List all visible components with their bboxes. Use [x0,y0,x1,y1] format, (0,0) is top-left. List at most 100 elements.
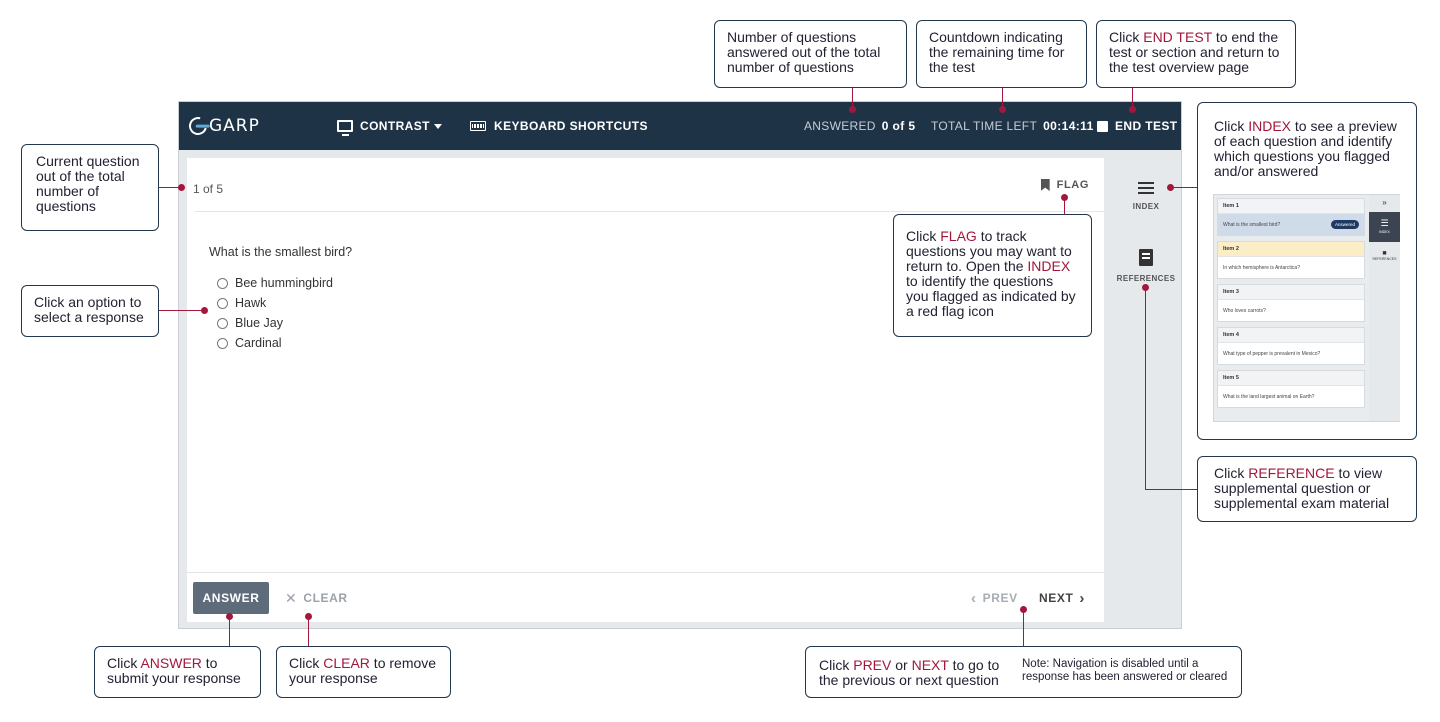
callout-highlight: FLAG [940,228,977,244]
answer-button[interactable]: ANSWER [193,582,269,614]
callout-highlight: PREV [853,657,892,673]
question-text: What is the smallest bird? [209,245,353,259]
connector-line [229,617,230,647]
callout-countdown: Countdown indicating the remaining time … [916,20,1087,88]
clear-label: CLEAR [303,591,348,605]
connector-line [1170,187,1197,188]
callout-highlight: REFERENCE [1248,465,1335,481]
references-label: REFERENCES [1116,274,1176,283]
callout-nav-main: Click PREV or NEXT to go to the previous… [819,658,1014,688]
references-button[interactable]: REFERENCES [1111,249,1181,283]
radio-button[interactable] [217,277,228,289]
option-label: Cardinal [235,336,282,350]
callout-current-question: Current question out of the total number… [21,144,159,231]
question-counter: 1 of 5 [193,182,224,196]
radio-button[interactable] [217,317,228,329]
list-item: Item 1 What is the smallest bird? Answere… [1217,198,1365,236]
next-label: NEXT [1039,591,1074,605]
connector-dot [178,184,185,191]
preview-references-label: REFERENCES [1372,257,1397,261]
connector-dot [226,613,233,620]
index-label: INDEX [1132,202,1160,211]
preview-index-tab: ☰ INDEX [1369,212,1400,242]
preview-item-label: Item 4 [1218,328,1364,343]
connector-dot [1142,284,1149,291]
radio-button[interactable] [217,337,228,349]
preview-item-label: Item 1 [1218,199,1364,214]
callout-text: Click [289,655,324,671]
answered-value: 0 of 5 [881,119,916,133]
callout-text: or [891,657,912,673]
answer-option[interactable]: Bee hummingbird [217,273,333,293]
callout-reference: Click REFERENCE to view supplemental que… [1197,456,1417,522]
radio-button[interactable] [217,297,228,309]
garp-logo: GARP [185,113,260,139]
preview-item-label: Item 3 [1218,285,1364,300]
exam-app-window: GARP CONTRAST KEYBOARD SHORTCUTS ANSWERE… [178,101,1182,629]
callout-answer: Click ANSWER to submit your response [94,646,261,698]
answered-counter: ANSWERED 0 of 5 [804,102,916,150]
preview-item-question: What type of pepper is prevalent in Mexi… [1223,350,1321,357]
preview-item-row: What is the smallest bird? Answered [1218,214,1364,235]
end-test-icon [1097,120,1108,132]
callout-highlight: INDEX [1027,258,1071,274]
index-preview-image: Item 1 What is the smallest bird? Answere… [1213,194,1400,422]
callout-highlight: NEXT [911,657,949,673]
caret-down-icon [433,123,442,129]
end-test-label: END TEST [1115,119,1178,133]
flag-label: FLAG [1056,179,1089,191]
callout-highlight: ANSWER [140,655,202,671]
callout-flag: Click FLAG to track questions you may wa… [893,214,1092,337]
callout-highlight: CLEAR [323,655,370,671]
callout-navigation: Click PREV or NEXT to go to the previous… [805,646,1242,698]
bookmark-flag-icon [1040,179,1050,191]
contrast-label: CONTRAST [360,119,430,133]
callout-text: Click [1214,118,1249,134]
keyboard-shortcuts-label: KEYBOARD SHORTCUTS [494,119,648,133]
preview-item-question: What is the land largest animal on Earth… [1223,393,1315,400]
preview-references-tab: ■ REFERENCES [1369,250,1400,261]
answer-option[interactable]: Cardinal [217,333,333,353]
preview-item-question: What is the smallest bird? [1223,221,1281,228]
end-test-button[interactable]: END TEST [1097,102,1178,150]
callout-text: Click [906,228,941,244]
next-button[interactable]: NEXT › [1039,582,1091,614]
callout-text: Click [107,655,141,671]
contrast-dropdown[interactable]: CONTRAST [337,102,442,150]
chevron-left-icon: ‹ [971,589,977,607]
callout-option: Click an option to select a response [21,285,159,337]
option-label: Hawk [235,296,267,310]
connector-line [308,617,309,647]
connector-line [1023,610,1024,647]
answer-option[interactable]: Hawk [217,293,333,313]
index-preview-rail: » ☰ INDEX ■ REFERENCES [1369,195,1400,421]
preview-item-label: Item 5 [1218,371,1364,386]
prev-button[interactable]: ‹ PREV [965,582,1018,614]
garp-logo-icon [185,113,211,139]
connector-dot [849,106,856,113]
connector-line [1145,489,1197,490]
top-navigation-bar: GARP CONTRAST KEYBOARD SHORTCUTS ANSWERE… [179,102,1181,150]
flag-button[interactable]: FLAG [1040,179,1089,191]
time-left: TOTAL TIME LEFT 00:14:11 [931,102,1094,150]
list-item: Item 5 What is the land largest animal o… [1217,370,1365,408]
connector-dot [1167,184,1174,191]
expand-icon: » [1382,198,1387,207]
connector-dot [1129,106,1136,113]
keyboard-shortcuts-button[interactable]: KEYBOARD SHORTCUTS [470,102,648,150]
book-icon [1139,249,1153,266]
time-left-label: TOTAL TIME LEFT [931,119,1038,133]
clear-button[interactable]: ✕ CLEAR [285,582,348,614]
monitor-icon [337,120,353,136]
option-label: Blue Jay [235,316,283,330]
list-item: Item 4 What type of pepper is prevalent … [1217,327,1365,365]
preview-item-label: Item 2 [1218,242,1364,257]
answer-option[interactable]: Blue Jay [217,313,333,333]
answered-badge: Answered [1330,220,1359,229]
connector-dot [1061,194,1068,201]
connector-dot [201,307,208,314]
preview-item-question: Who loves carrots? [1223,307,1266,314]
header-divider [195,211,1104,212]
callout-answered: Number of questions answered out of the … [714,20,907,88]
preview-index-label: INDEX [1379,230,1390,234]
